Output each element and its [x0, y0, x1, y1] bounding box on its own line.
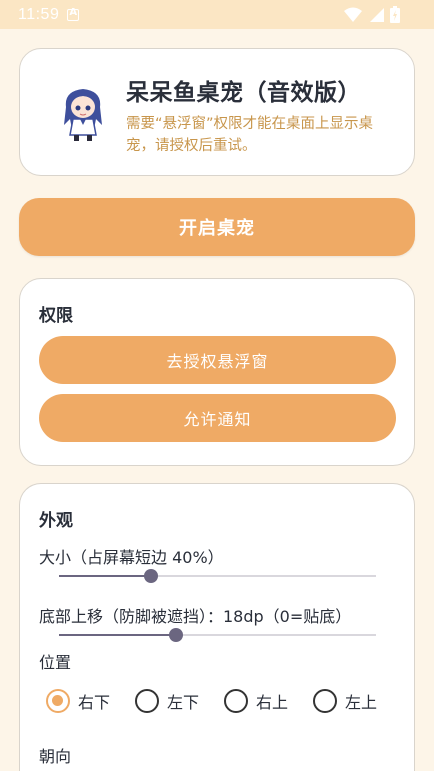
permissions-title: 权限 — [39, 306, 73, 326]
radio-label: 左上 — [345, 693, 378, 712]
offset-slider-fill — [59, 634, 177, 636]
radio-circle-icon — [46, 689, 70, 713]
status-time: 11:59 — [18, 5, 60, 23]
radio-label: 右上 — [256, 693, 289, 712]
size-slider[interactable] — [59, 568, 376, 584]
radio-label: 左下 — [167, 693, 200, 712]
position-radio-top-right[interactable]: 右上 — [224, 684, 313, 718]
position-radio-top-left[interactable]: 左上 — [313, 684, 402, 718]
appearance-card: 外观 大小（占屏幕短边 40%） 底部上移（防脚被遮挡）：18dp（0=贴底） … — [19, 483, 415, 771]
pet-avatar-icon — [64, 85, 102, 141]
position-radio-bottom-left[interactable]: 左下 — [135, 684, 224, 718]
status-bar: 11:59 — [0, 0, 434, 29]
orientation-label: 朝向 — [39, 747, 72, 766]
start-pet-button[interactable]: 开启桌宠 — [19, 198, 415, 256]
wifi-icon — [344, 7, 362, 22]
radio-circle-icon — [313, 689, 337, 713]
size-slider-thumb[interactable] — [143, 569, 158, 583]
signal-icon — [370, 7, 384, 22]
size-slider-fill — [59, 575, 151, 577]
status-icons — [344, 6, 400, 23]
offset-slider-thumb[interactable] — [169, 628, 184, 642]
appearance-title: 外观 — [39, 511, 73, 531]
permission-note: 需要“悬浮窗”权限才能在桌面上显示桌宠，请授权后重试。 — [126, 116, 374, 154]
grant-overlay-button[interactable]: 去授权悬浮窗 — [39, 336, 396, 384]
permissions-card: 权限 去授权悬浮窗 允许通知 — [19, 278, 415, 466]
notification-a-icon — [67, 7, 80, 21]
radio-label: 右下 — [78, 693, 111, 712]
position-radio-bottom-right[interactable]: 右下 — [46, 684, 135, 718]
size-label: 大小（占屏幕短边 40%） — [39, 548, 224, 567]
position-label: 位置 — [39, 653, 72, 672]
radio-circle-icon — [135, 689, 159, 713]
radio-circle-icon — [224, 689, 248, 713]
battery-icon — [390, 6, 400, 23]
app-title: 呆呆鱼桌宠（音效版） — [126, 80, 361, 106]
allow-notifications-button[interactable]: 允许通知 — [39, 394, 396, 442]
position-radio-group: 右下 左下 右上 左上 — [46, 684, 402, 718]
offset-slider[interactable] — [59, 627, 376, 643]
offset-label: 底部上移（防脚被遮挡）：18dp（0=贴底） — [39, 607, 352, 626]
app-info-card: 呆呆鱼桌宠（音效版） 需要“悬浮窗”权限才能在桌面上显示桌宠，请授权后重试。 — [19, 48, 415, 176]
